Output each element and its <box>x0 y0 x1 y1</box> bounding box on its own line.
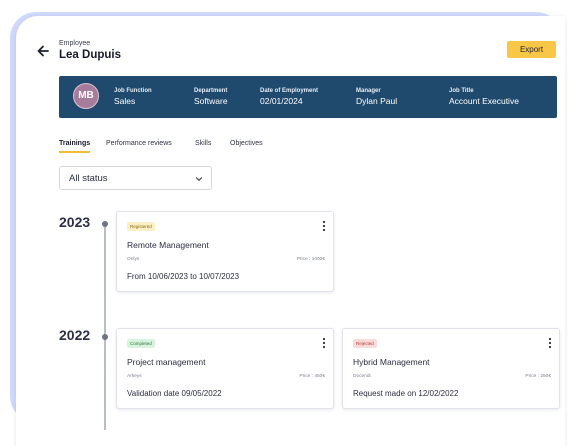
back-arrow-icon[interactable] <box>36 44 50 58</box>
training-request-date: Request made on 12/02/2022 <box>353 389 459 398</box>
training-title: Project management <box>127 357 206 367</box>
timeline-dot <box>102 334 108 340</box>
tab-performance-reviews[interactable]: Performance reviews <box>106 140 172 147</box>
training-price: Price : 250€ <box>525 374 551 379</box>
info-date-of-employment: Date of Employment 02/01/2024 <box>260 88 318 106</box>
training-card-remote-management[interactable]: Registered Remote Management Onlys Price… <box>116 211 334 292</box>
tab-objectives[interactable]: Objectives <box>230 140 263 147</box>
training-dates: From 10/06/2023 to 10/07/2023 <box>127 272 240 281</box>
year-label-2022: 2022 <box>59 327 91 343</box>
info-department: Department Software <box>194 88 228 106</box>
status-badge: Completed <box>127 339 155 348</box>
info-value: Account Executive <box>449 96 519 106</box>
info-label: Department <box>194 88 228 94</box>
training-price: Price : 1000€ <box>296 257 325 262</box>
training-provider: Onlys <box>127 257 140 262</box>
info-value: Sales <box>114 96 136 106</box>
more-options-icon[interactable] <box>547 337 553 349</box>
info-label: Date of Employment <box>260 88 319 94</box>
employee-info-banner: MB Job Function Sales Department Softwar… <box>59 76 557 118</box>
info-label: Job Function <box>114 88 152 94</box>
more-options-icon[interactable] <box>321 220 327 232</box>
training-card-project-management[interactable]: Completed Project management Arkeys Pric… <box>116 328 334 409</box>
training-price: Price : 450€ <box>299 374 325 379</box>
info-label: Job Title <box>449 88 474 94</box>
tab-skills[interactable]: Skills <box>195 140 211 147</box>
status-badge: Rejected <box>353 339 377 348</box>
training-validation-date: Validation date 09/05/2022 <box>127 389 222 398</box>
info-label: Manager <box>356 88 381 94</box>
info-job-title: Job Title Account Executive <box>449 88 519 106</box>
timeline-line <box>104 222 106 430</box>
page-eyebrow: Employee <box>59 40 91 47</box>
export-button[interactable]: Export <box>507 41 556 58</box>
employee-name: Lea Dupuis <box>59 49 121 61</box>
status-filter-value: All status <box>69 173 108 184</box>
chevron-down-icon <box>195 177 203 181</box>
training-card-hybrid-management[interactable]: Rejected Hybrid Management Docendi Price… <box>342 328 560 409</box>
year-label-2023: 2023 <box>59 214 91 230</box>
training-provider: Docendi <box>353 374 371 379</box>
training-title: Remote Management <box>127 240 209 250</box>
info-job-function: Job Function Sales <box>114 88 152 106</box>
info-manager: Manager Dylan Paul <box>356 88 397 106</box>
training-title: Hybrid Management <box>353 357 430 367</box>
info-value: 02/01/2024 <box>260 96 303 106</box>
tab-trainings[interactable]: Trainings <box>59 140 91 153</box>
timeline-dot <box>102 221 108 227</box>
more-options-icon[interactable] <box>321 337 327 349</box>
status-filter-select[interactable]: All status <box>59 166 212 190</box>
info-value: Dylan Paul <box>356 96 398 106</box>
avatar: MB <box>73 83 99 109</box>
info-value: Software <box>194 96 228 106</box>
training-provider: Arkeys <box>127 374 142 379</box>
status-badge: Registered <box>127 222 155 231</box>
